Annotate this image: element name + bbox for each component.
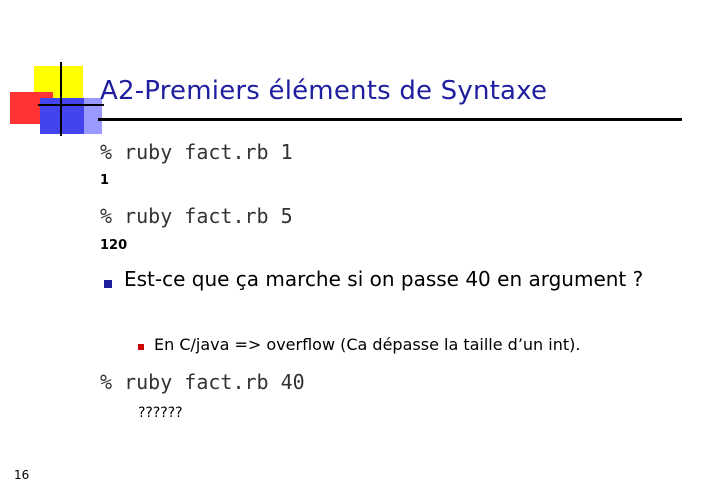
command-output-3: ?????? [138, 405, 183, 421]
command-line-2: % ruby fact.rb 5 [100, 204, 293, 228]
sub-bullet-square-icon [138, 344, 144, 350]
command-line-1: % ruby fact.rb 1 [100, 140, 293, 164]
page-number: 16 [14, 468, 30, 482]
bullet-square-icon [104, 280, 112, 288]
title-underline [98, 118, 682, 121]
bullet-question: Est-ce que ça marche si on passe 40 en a… [124, 267, 644, 291]
logo-vertical-line [60, 62, 62, 136]
command-output-2: 120 [100, 238, 128, 253]
logo-horizontal-line [38, 104, 104, 106]
slide-logo-decoration [0, 0, 110, 140]
slide-title: A2-Premiers éléments de Syntaxe [100, 76, 548, 106]
command-line-3: % ruby fact.rb 40 [100, 370, 305, 394]
sub-bullet-overflow-note: En C/java => overflow (Ca dépasse la tai… [154, 335, 581, 354]
command-output-1: 1 [100, 173, 110, 188]
